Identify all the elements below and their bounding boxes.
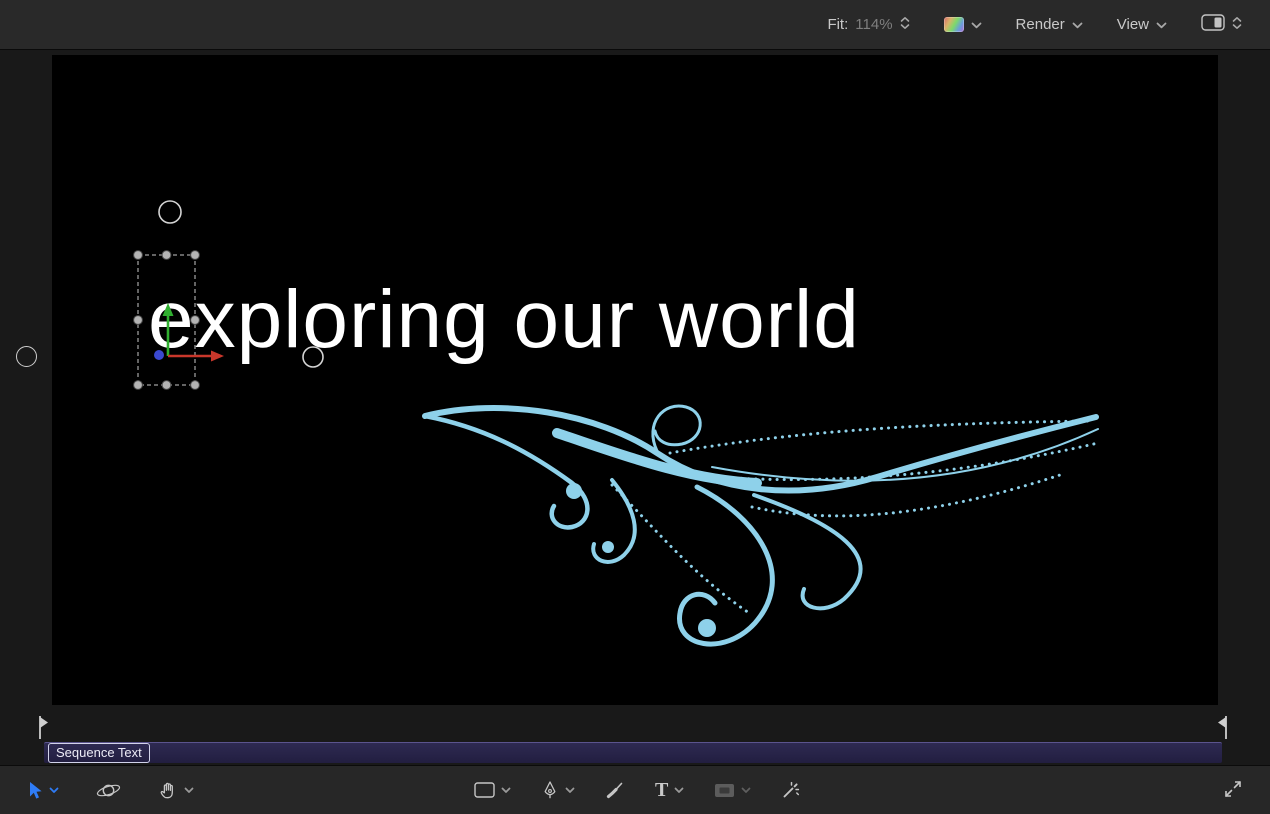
hand-icon (158, 780, 178, 800)
chevron-down-icon[interactable] (49, 787, 59, 794)
rectangle-icon (474, 782, 495, 798)
letter-T-icon: T (655, 780, 668, 800)
pan-tool-button[interactable] (158, 780, 194, 800)
chevron-down-icon (1156, 16, 1167, 33)
tools-toolbar: T (0, 765, 1270, 814)
paint-stroke-tool-button[interactable] (605, 780, 625, 800)
chevron-down-icon (971, 16, 982, 33)
chevron-down-icon[interactable] (674, 787, 684, 794)
pen-nib-icon (541, 780, 559, 800)
filled-rectangle-icon (714, 783, 735, 798)
rig-circle-left[interactable] (16, 346, 37, 367)
zoom-control[interactable]: Fit: 114% (827, 15, 909, 35)
render-menu-label: Render (1016, 16, 1065, 33)
orbit-icon (95, 780, 122, 801)
magic-wand-icon (781, 780, 801, 800)
layout-control[interactable] (1201, 14, 1242, 35)
layer-name-field[interactable]: Sequence Text (48, 743, 150, 763)
bezier-tool-button[interactable] (541, 780, 575, 800)
fit-label: Fit: (827, 16, 848, 33)
color-swatch-icon (944, 17, 964, 32)
zoom-value[interactable]: 114% (855, 16, 892, 33)
arrow-cursor-icon (28, 781, 43, 800)
chevron-down-icon (1072, 16, 1083, 33)
rig-circle-top[interactable] (159, 201, 181, 223)
workspace: exploring our world (0, 50, 1270, 765)
chevron-down-icon[interactable] (501, 787, 511, 794)
expand-canvas-button[interactable] (1222, 778, 1244, 803)
window-layout-icon (1201, 14, 1225, 35)
flourish-graphic (52, 55, 1218, 705)
motion-window: Fit: 114% Render View (0, 0, 1270, 814)
mask-tool-button[interactable] (714, 783, 751, 798)
render-menu[interactable]: Render (1016, 16, 1083, 33)
selection-overlay (52, 55, 1218, 705)
adjust-tool-button[interactable] (781, 780, 801, 800)
headline-text[interactable]: exploring our world (148, 279, 860, 361)
zoom-stepper-icon[interactable] (900, 15, 910, 35)
shape-tool-button[interactable] (474, 782, 511, 798)
brush-stroke-icon (605, 780, 625, 800)
play-range-in-pin[interactable] (38, 715, 49, 745)
chevron-down-icon[interactable] (741, 787, 751, 794)
sequence-text-layer-bar[interactable]: Sequence Text (44, 742, 1222, 763)
transform-3d-tool-button[interactable] (95, 780, 122, 801)
channels-menu[interactable] (944, 16, 982, 33)
canvas[interactable]: exploring our world (52, 55, 1218, 705)
view-menu[interactable]: View (1117, 16, 1167, 33)
chevron-down-icon[interactable] (565, 787, 575, 794)
view-menu-label: View (1117, 16, 1149, 33)
canvas-toolbar: Fit: 114% Render View (0, 0, 1270, 50)
chevron-down-icon[interactable] (184, 787, 194, 794)
select-transform-tool-button[interactable] (28, 781, 59, 800)
diagonal-expand-arrows-icon (1222, 778, 1244, 800)
text-tool-button[interactable]: T (655, 780, 684, 800)
play-range-out-pin[interactable] (1217, 715, 1228, 745)
layout-stepper-icon[interactable] (1232, 15, 1242, 35)
